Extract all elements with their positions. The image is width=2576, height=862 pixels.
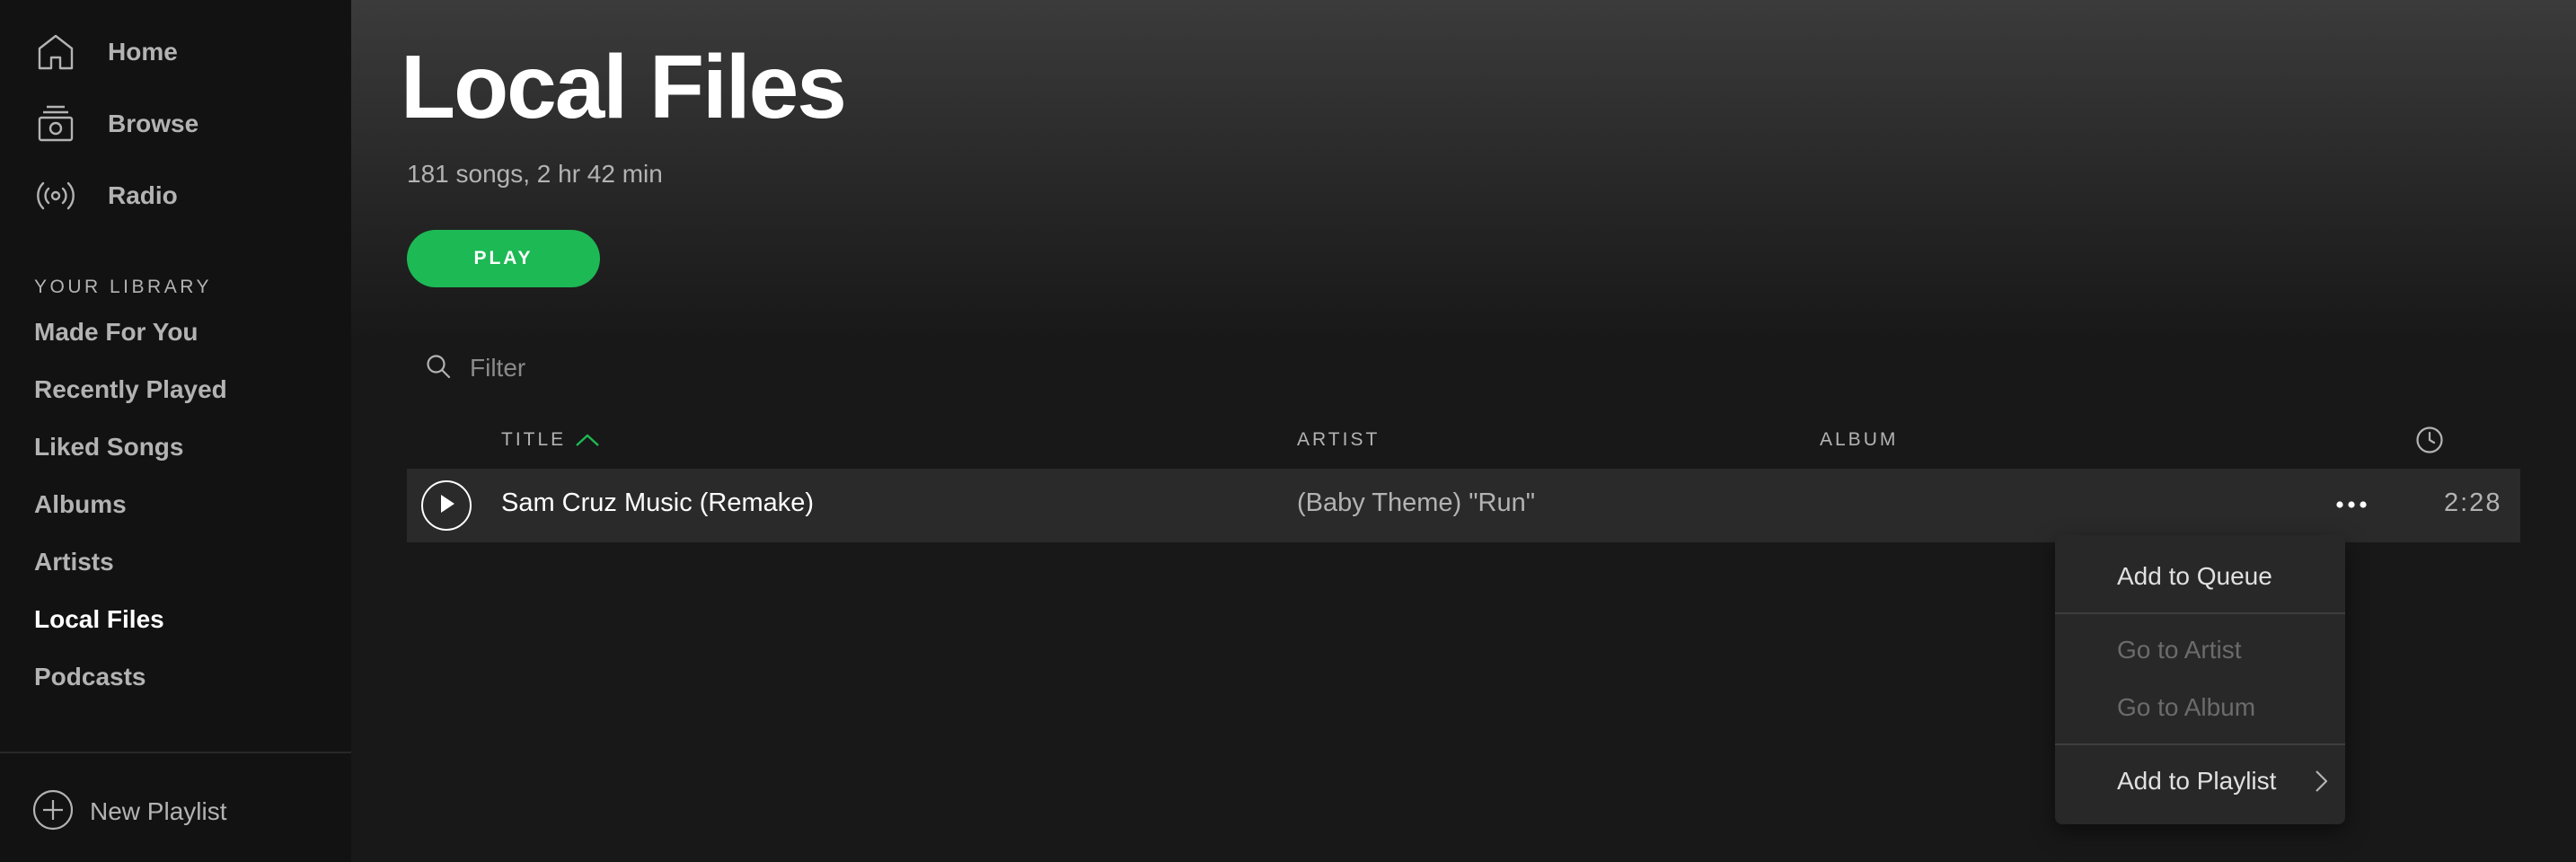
column-header-label: TITLE	[501, 429, 567, 450]
library-heading: YOUR LIBRARY	[34, 277, 212, 297]
browse-icon	[34, 102, 77, 145]
play-button[interactable]: PLAY	[407, 230, 600, 287]
clock-icon	[2415, 426, 2444, 460]
nav-item-label: Radio	[108, 181, 178, 209]
nav-item-browse[interactable]: Browse	[34, 99, 198, 149]
play-icon	[437, 493, 456, 519]
ellipsis-icon	[2335, 497, 2368, 514]
track-title: Sam Cruz Music (Remake)	[501, 488, 815, 517]
sidebar: Home Browse Radio YOUR LIBRARY Made For …	[0, 0, 351, 862]
column-header-title[interactable]: TITLE	[501, 429, 600, 451]
sort-ascending-icon	[575, 432, 600, 448]
new-playlist-label: New Playlist	[90, 797, 227, 825]
nav-item-label: Home	[108, 38, 178, 66]
more-options-button[interactable]	[2333, 488, 2369, 523]
menu-item-add-to-queue[interactable]: Add to Queue	[2055, 551, 2345, 602]
menu-divider	[2055, 612, 2345, 614]
column-header-album[interactable]: ALBUM	[1820, 429, 1898, 451]
menu-item-go-to-album: Go to Album	[2117, 693, 2256, 721]
menu-item-go-to-artist: Go to Artist	[2117, 636, 2242, 664]
new-playlist-button[interactable]: New Playlist	[32, 787, 226, 837]
playlist-meta: 181 songs, 2 hr 42 min	[407, 160, 663, 188]
nav-item-label: Browse	[108, 110, 199, 137]
page-title: Local Files	[401, 37, 847, 137]
column-header-artist[interactable]: ARTIST	[1297, 429, 1380, 451]
sidebar-divider	[0, 752, 351, 753]
library-item-artists[interactable]: Artists	[34, 544, 114, 580]
library-item-albums[interactable]: Albums	[34, 487, 127, 523]
radio-icon	[34, 174, 77, 217]
track-play-button[interactable]	[421, 480, 472, 531]
nav-item-home[interactable]: Home	[34, 27, 178, 77]
track-row[interactable]: Sam Cruz Music (Remake) (Baby Theme) "Ru…	[407, 469, 2520, 542]
library-item-local-files[interactable]: Local Files	[34, 602, 164, 638]
filter-box	[425, 350, 874, 386]
app-window: Home Browse Radio YOUR LIBRARY Made For …	[0, 0, 2576, 862]
library-item-podcasts[interactable]: Podcasts	[34, 659, 146, 695]
search-icon	[425, 353, 452, 384]
library-item-made-for-you[interactable]: Made For You	[34, 314, 198, 350]
menu-item-label: Add to Playlist	[2117, 767, 2277, 795]
nav-item-radio[interactable]: Radio	[34, 171, 178, 221]
menu-item-add-to-playlist[interactable]: Add to Playlist	[2055, 756, 2345, 806]
chevron-right-icon	[2313, 769, 2329, 800]
home-icon	[34, 31, 77, 74]
track-duration: 2:28	[2444, 488, 2502, 517]
column-header-duration[interactable]	[2415, 426, 2444, 460]
plus-circle-icon	[32, 789, 74, 835]
track-artist[interactable]: (Baby Theme) "Run"	[1297, 488, 1535, 518]
context-menu: Add to Queue Go to Artist Go to Album Ad…	[2055, 535, 2345, 824]
library-item-liked-songs[interactable]: Liked Songs	[34, 429, 183, 465]
menu-divider	[2055, 743, 2345, 745]
filter-input[interactable]	[470, 354, 847, 383]
library-item-recently-played[interactable]: Recently Played	[34, 372, 227, 408]
